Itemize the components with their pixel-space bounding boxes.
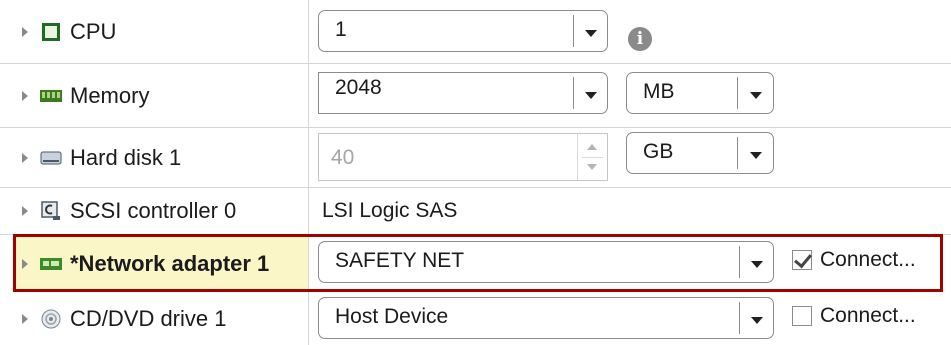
hardware-row-scsi: SCSI controller 0 LSI Logic SAS [0, 188, 951, 235]
cd-dvd-value: Host Device [335, 305, 449, 328]
expand-triangle-icon[interactable] [22, 206, 28, 216]
cpu-icon [40, 21, 62, 43]
cpu-count-dropdown[interactable]: 1 [318, 10, 608, 52]
disk-unit-dropdown[interactable]: GB [626, 132, 774, 174]
chevron-down-icon[interactable] [740, 298, 774, 338]
expand-triangle-icon[interactable] [22, 26, 28, 37]
memory-label: Memory [70, 82, 150, 108]
scsi-controller-type: LSI Logic SAS [322, 199, 458, 222]
selection-highlight [13, 234, 943, 292]
hardware-row-cpu: CPU 1 i [0, 0, 951, 64]
row-label[interactable]: CPU [0, 0, 309, 63]
disk-unit-value: GB [643, 140, 674, 163]
row-label[interactable]: Memory [0, 64, 309, 127]
cpu-count-value: 1 [335, 18, 347, 41]
cd-dvd-label: CD/DVD drive 1 [70, 305, 227, 331]
chevron-down-icon[interactable] [739, 133, 773, 173]
cd-dvd-icon [40, 308, 62, 330]
memory-unit-dropdown[interactable]: MB [626, 72, 774, 114]
expand-triangle-icon[interactable] [22, 152, 28, 163]
spin-down-icon[interactable] [587, 164, 597, 170]
disk-size-stepper[interactable]: 40 [318, 133, 608, 181]
memory-unit-value: MB [643, 80, 675, 103]
expand-triangle-icon[interactable] [22, 313, 28, 324]
info-icon[interactable]: i [628, 27, 652, 51]
chevron-down-icon[interactable] [574, 11, 608, 51]
disk-size-value[interactable]: 40 [331, 134, 354, 182]
chevron-down-icon[interactable] [739, 73, 773, 113]
row-label[interactable]: Hard disk 1 [0, 128, 309, 187]
scsi-controller-icon [40, 200, 62, 222]
cpu-label: CPU [70, 18, 117, 44]
cd-dvd-dropdown[interactable]: Host Device [318, 297, 774, 339]
hard-disk-icon [40, 147, 62, 169]
chevron-down-icon[interactable] [574, 73, 608, 113]
scsi-controller-label: SCSI controller 0 [70, 198, 237, 223]
hardware-row-memory: Memory 2048 MB [0, 64, 951, 128]
memory-size-combobox[interactable]: 2048 [318, 72, 608, 114]
expand-triangle-icon[interactable] [22, 90, 28, 101]
cd-dvd-connect-checkbox[interactable]: Connect... [792, 304, 916, 328]
row-label[interactable]: CD/DVD drive 1 [0, 292, 309, 345]
hardware-row-hard-disk: Hard disk 1 40 GB [0, 128, 951, 188]
memory-icon [40, 85, 62, 107]
hardware-row-cd-dvd: CD/DVD drive 1 Host Device Connect... [0, 292, 951, 345]
hard-disk-label: Hard disk 1 [70, 144, 182, 170]
memory-size-value[interactable]: 2048 [335, 69, 382, 107]
connect-label: Connect... [820, 304, 916, 327]
checkbox-unchecked-icon[interactable] [792, 306, 812, 326]
spin-up-icon[interactable] [587, 144, 597, 150]
row-label[interactable]: SCSI controller 0 [0, 188, 309, 234]
